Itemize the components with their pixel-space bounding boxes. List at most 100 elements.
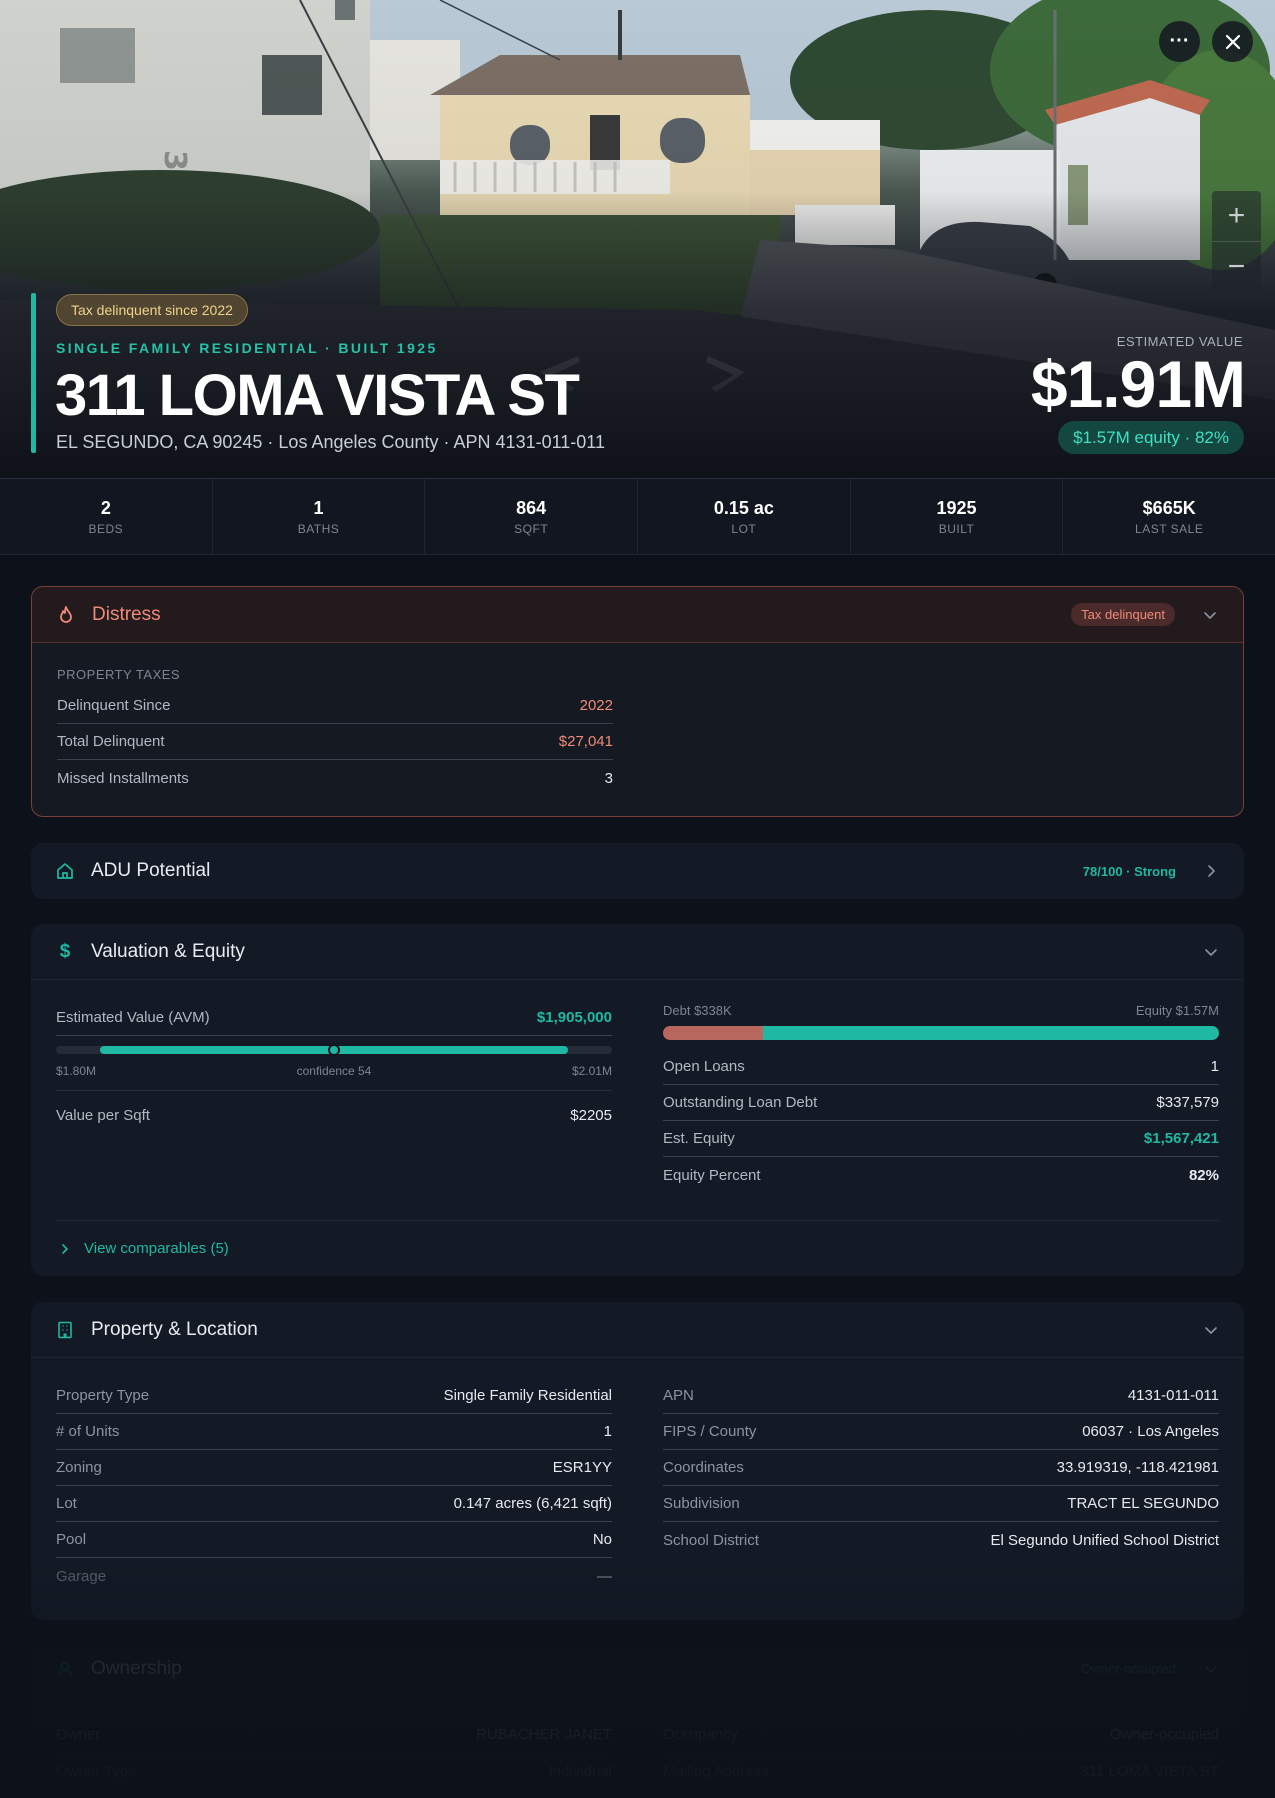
stat-value: 864 xyxy=(516,498,547,518)
range-high: $2.01M xyxy=(571,1064,612,1078)
property-address-title: 311 LOMA VISTA ST xyxy=(55,363,580,428)
row-key: Owner xyxy=(56,1726,101,1743)
home-icon xyxy=(55,861,75,881)
row-value: RUBACHER JANET xyxy=(476,1726,612,1743)
row-value: ESR1YY xyxy=(552,1459,612,1476)
row-key: Missed Installments xyxy=(57,769,189,787)
row-key: Mailing Address xyxy=(663,1762,769,1780)
distress-card: Distress Tax delinquent PROPERTY TAXES D… xyxy=(31,586,1244,817)
row-key: Pool xyxy=(56,1531,87,1548)
table-row: Delinquent Since 2022 xyxy=(57,688,613,724)
flame-icon xyxy=(56,605,76,625)
range-confidence: confidence 54 xyxy=(296,1064,372,1078)
hero-accent-bar xyxy=(31,293,36,453)
property-location-card: Property & Location Property Type Single … xyxy=(31,1302,1244,1620)
debt-label: Debt $338K xyxy=(663,1003,732,1018)
user-icon xyxy=(55,1659,75,1679)
row-key: Outstanding Loan Debt xyxy=(663,1094,818,1111)
row-key: Est. Equity xyxy=(663,1130,735,1147)
stat-value: 2 xyxy=(100,498,111,518)
ownership-title: Ownership xyxy=(91,1657,182,1679)
row-key: Delinquent Since xyxy=(57,697,171,714)
table-row: Zoning ESR1YY xyxy=(56,1450,612,1486)
row-value: 4131-011-011 xyxy=(1127,1387,1219,1404)
table-row: School District El Segundo Unified School… xyxy=(663,1522,1219,1558)
stat-last-sale: $665K LAST SALE xyxy=(1063,479,1275,554)
stat-value: $665K xyxy=(1142,498,1196,518)
property-card-header[interactable]: Property & Location xyxy=(31,1302,1244,1358)
table-row: APN 4131-011-011 xyxy=(663,1378,1219,1414)
row-key: Occupancy xyxy=(663,1726,739,1743)
chevron-right-icon[interactable] xyxy=(1202,862,1220,880)
row-key: Value per Sqft xyxy=(56,1106,150,1124)
valuation-title: Valuation & Equity xyxy=(91,940,245,962)
row-value: 82% xyxy=(1188,1166,1219,1184)
row-value: 06037 · Los Angeles xyxy=(1082,1423,1219,1440)
row-key: Equity Percent xyxy=(663,1166,761,1184)
table-row: Pool No xyxy=(56,1522,612,1558)
stat-label: BEDS xyxy=(88,522,124,536)
adu-potential-card[interactable]: ADU Potential 78/100 · Strong xyxy=(31,843,1244,899)
row-value: TRACT EL SEGUNDO xyxy=(1067,1495,1219,1512)
row-value: El Segundo Unified School District xyxy=(990,1531,1219,1549)
table-row: Subdivision TRACT EL SEGUNDO xyxy=(663,1486,1219,1522)
zoom-in-button[interactable]: + xyxy=(1212,191,1261,241)
table-row: Owner RUBACHER JANET xyxy=(56,1717,612,1753)
tax-delinquent-badge: Tax delinquent since 2022 xyxy=(56,294,248,326)
estimated-value: $1.91M xyxy=(1030,347,1246,421)
property-details-left: Property Type Single Family Residential #… xyxy=(56,1378,612,1594)
equity-label: Equity $1.57M xyxy=(1135,1003,1219,1018)
occupancy-badge: Owner-occupied xyxy=(1081,1661,1176,1676)
valuation-card-header[interactable]: $ Valuation & Equity xyxy=(31,924,1244,980)
property-title: Property & Location xyxy=(91,1318,258,1340)
row-key: Zoning xyxy=(56,1459,102,1476)
table-row: Owner Type Individual xyxy=(56,1753,612,1789)
row-value: $2205 xyxy=(570,1106,612,1124)
chevron-down-icon[interactable] xyxy=(1202,1660,1220,1678)
row-value: Owner-occupied xyxy=(1109,1726,1219,1743)
avm-section: Estimated Value (AVM) $1,905,000 $1.80M … xyxy=(56,1000,612,1133)
stat-sqft: 864 SQFT xyxy=(425,479,639,554)
zoom-out-button[interactable]: − xyxy=(1212,241,1261,291)
table-row: Outstanding Loan Debt $337,579 xyxy=(663,1085,1219,1121)
stat-label: SQFT xyxy=(514,522,549,536)
close-button[interactable] xyxy=(1212,21,1253,62)
debt-equity-labels: Debt $338K Equity $1.57M xyxy=(663,1003,1219,1018)
row-key: School District xyxy=(663,1531,759,1549)
row-key: FIPS / County xyxy=(663,1423,757,1440)
row-key: Coordinates xyxy=(663,1459,744,1476)
dollar-icon: $ xyxy=(59,940,71,962)
ownership-details-left: Owner RUBACHER JANET Owner Type Individual xyxy=(56,1717,612,1789)
row-value: 1 xyxy=(603,1423,612,1440)
row-key: APN xyxy=(663,1387,694,1404)
value-per-sqft-row: Value per Sqft $2205 xyxy=(56,1097,612,1133)
distress-card-header[interactable]: Distress Tax delinquent xyxy=(32,587,1243,643)
ownership-card-header[interactable]: Ownership Owner-occupied xyxy=(31,1641,1244,1697)
row-value: 2022 xyxy=(579,697,613,714)
row-value: $337,579 xyxy=(1156,1094,1219,1111)
chevron-down-icon[interactable] xyxy=(1202,943,1220,961)
adu-card-header[interactable]: ADU Potential 78/100 · Strong xyxy=(31,843,1244,899)
table-row: Mailing Address 311 LOMA VISTA ST xyxy=(663,1753,1219,1789)
property-stats-bar: 2 BEDS 1 BATHS 864 SQFT 0.15 ac LOT 1925 BUIL… xyxy=(0,479,1275,555)
chevron-down-icon[interactable] xyxy=(1202,1321,1220,1339)
debt-bar-segment xyxy=(663,1026,764,1040)
stat-label: LOT xyxy=(731,522,757,536)
stat-label: LAST SALE xyxy=(1135,522,1204,536)
view-comparables-link[interactable]: View comparables (5) xyxy=(58,1240,229,1257)
avm-range-track xyxy=(56,1044,612,1056)
stat-label: BUILT xyxy=(938,522,975,536)
more-options-button[interactable]: ··· xyxy=(1159,21,1200,62)
chevron-down-icon[interactable] xyxy=(1201,606,1219,624)
stat-baths: 1 BATHS xyxy=(213,479,426,554)
row-key: Lot xyxy=(56,1495,77,1512)
row-value: $27,041 xyxy=(558,733,613,750)
row-key: Owner Type xyxy=(56,1762,137,1780)
distress-title: Distress xyxy=(92,603,161,625)
row-value: No xyxy=(592,1531,612,1548)
avm-label: Estimated Value (AVM) xyxy=(56,1009,210,1026)
table-row: Occupancy Owner-occupied xyxy=(663,1717,1219,1753)
row-value: — xyxy=(597,1567,612,1585)
row-value: 1 xyxy=(1210,1058,1219,1075)
street-view-photo[interactable]: 305 xyxy=(0,0,1275,479)
